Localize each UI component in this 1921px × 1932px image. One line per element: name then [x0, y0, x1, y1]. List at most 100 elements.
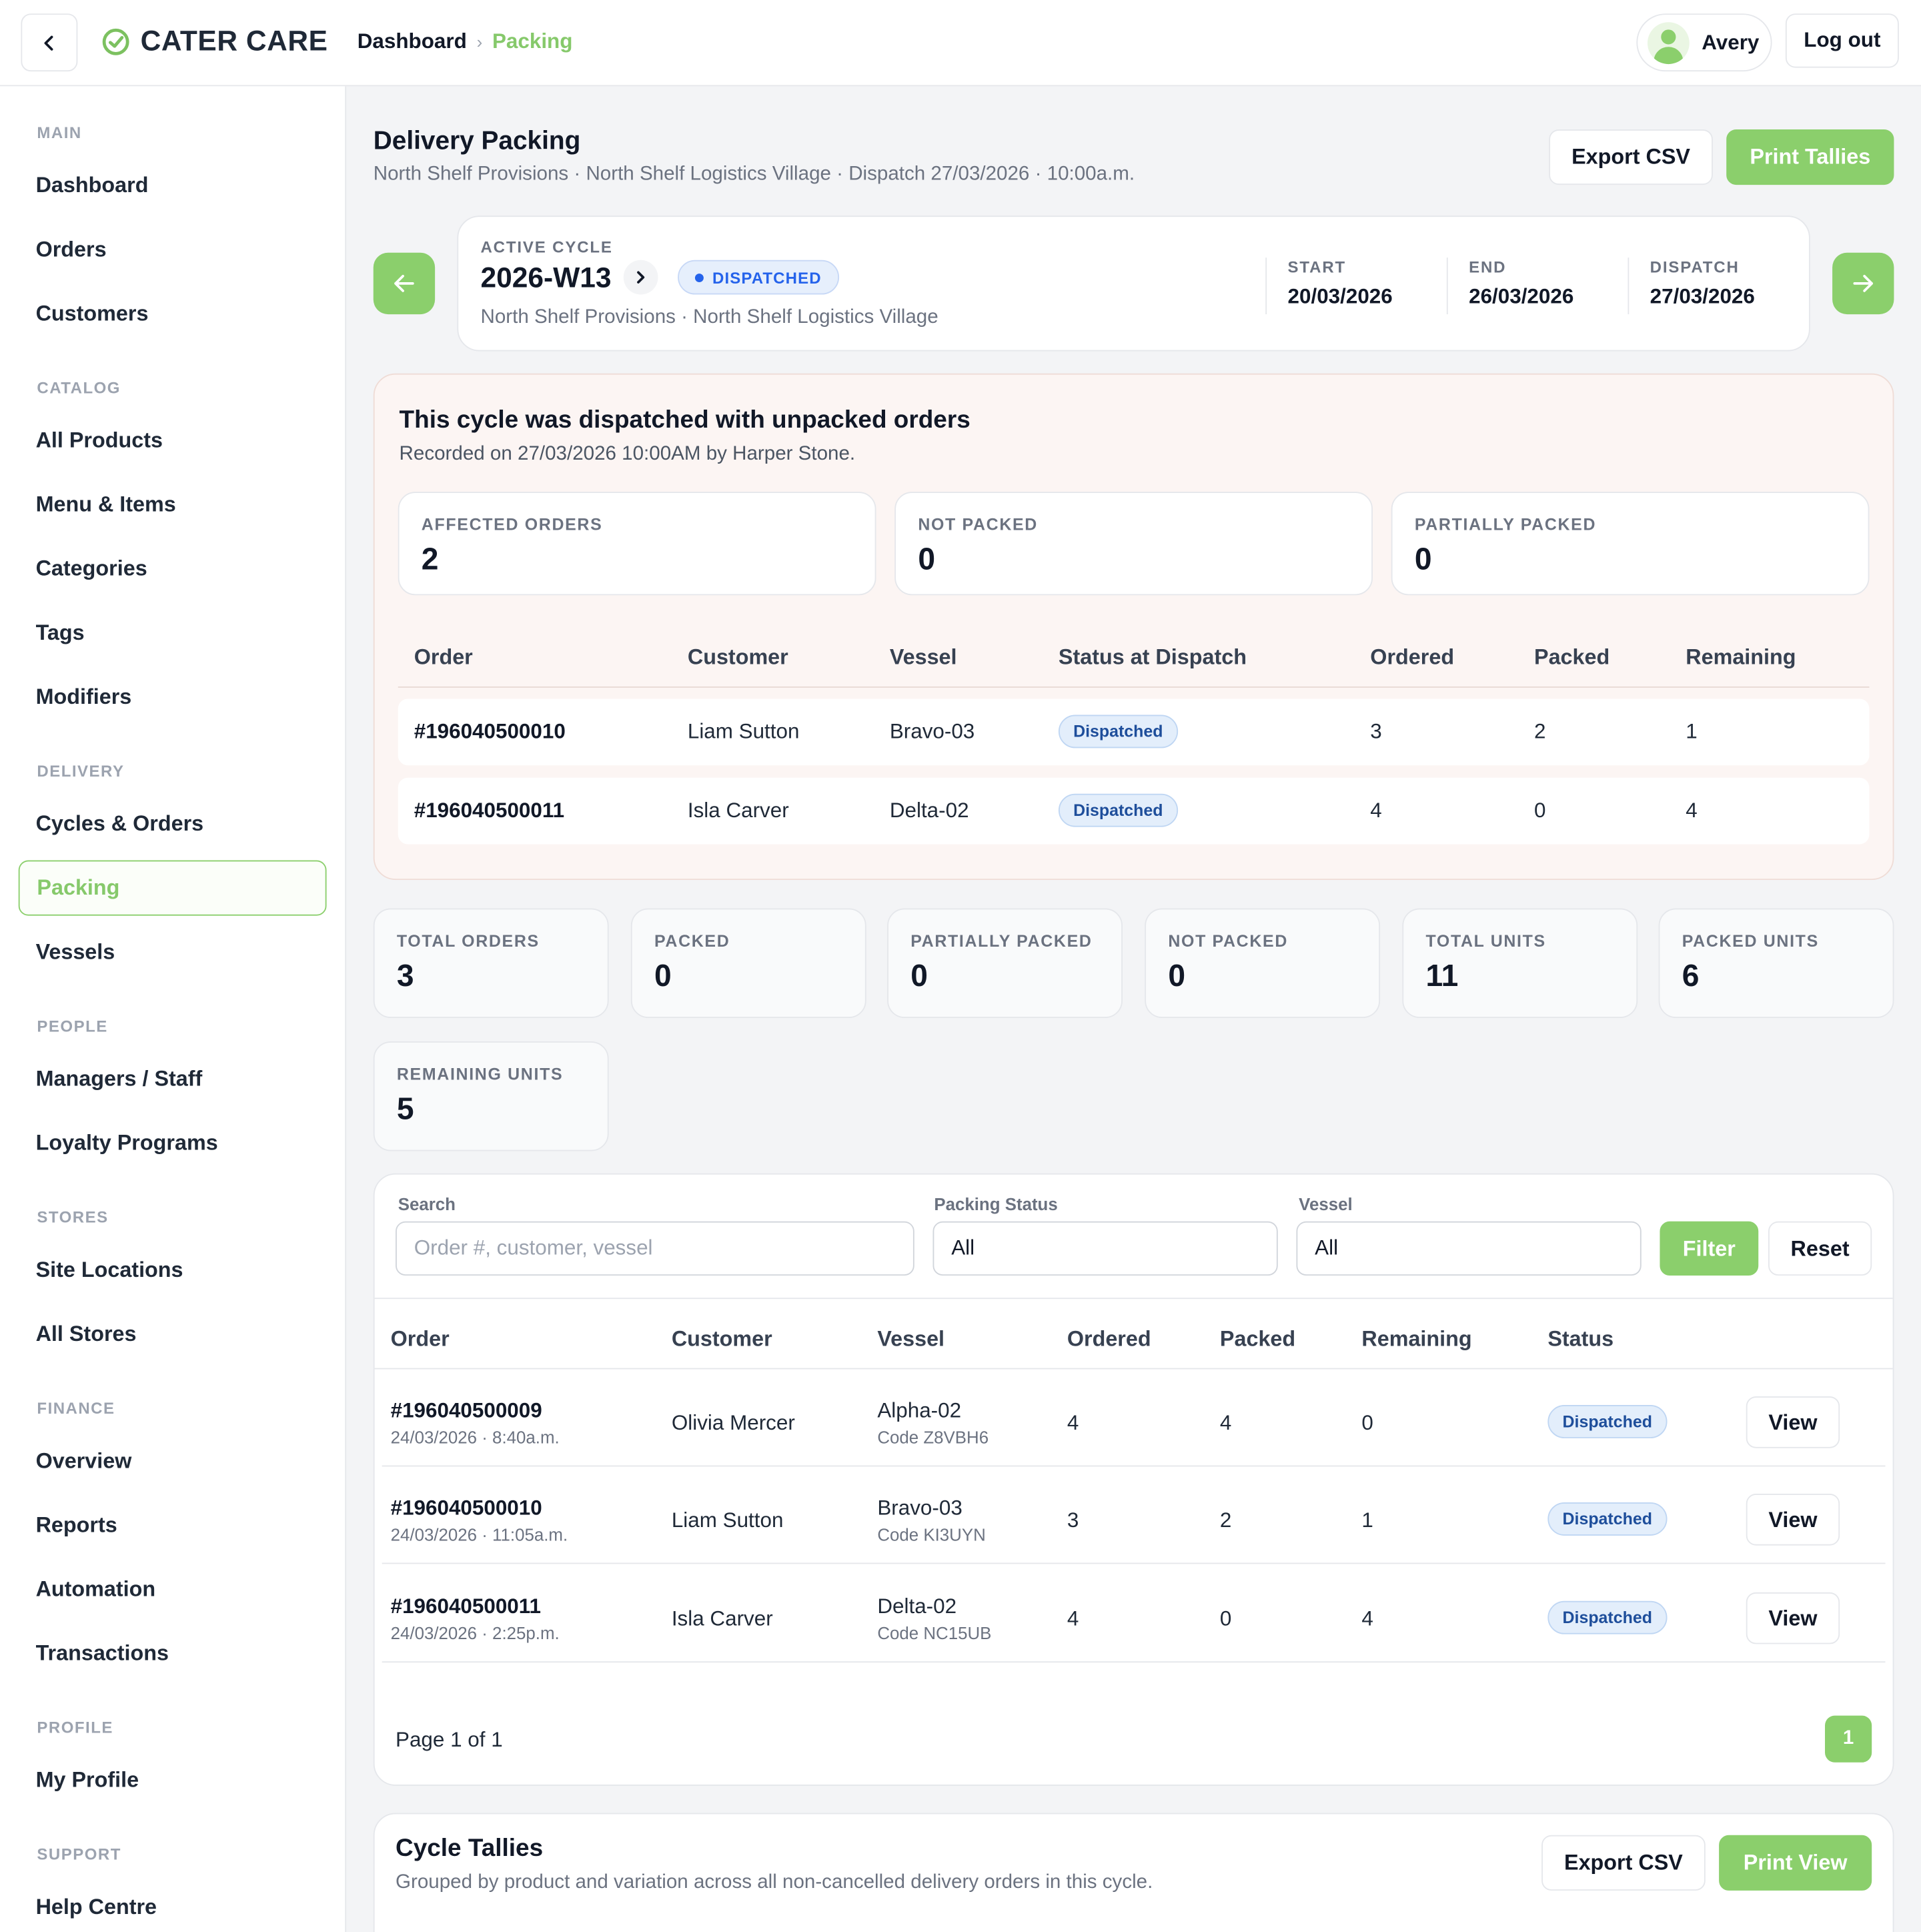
vessel-label: Vessel [1299, 1194, 1353, 1214]
ordered-count: 3 [1370, 719, 1382, 743]
column-header[interactable]: Vessel [877, 1326, 944, 1352]
page-1-button[interactable]: 1 [1824, 1715, 1872, 1763]
sidebar-section-support: SUPPORT [37, 1845, 121, 1864]
avatar [1647, 21, 1690, 64]
sidebar-section-stores: STORES [37, 1208, 109, 1227]
order-number[interactable]: #196040500010 [391, 1496, 542, 1521]
sidebar-item-all-products[interactable]: All Products [19, 413, 327, 468]
sidebar-item-overview[interactable]: Overview [19, 1434, 327, 1489]
column-header[interactable]: Order [391, 1326, 450, 1352]
column-header[interactable]: Packed [1220, 1326, 1295, 1352]
vessel-select[interactable]: All [1296, 1221, 1642, 1276]
order-date: 24/03/2026 · 8:40a.m. [390, 1427, 560, 1447]
column-header: Order [414, 644, 473, 670]
breadcrumb-dashboard[interactable]: Dashboard [358, 29, 467, 54]
search-input[interactable]: Order #, customer, vessel [396, 1221, 914, 1276]
order-number: #196040500010 [414, 719, 566, 743]
vessel-code: Code KI3UYN [877, 1524, 986, 1544]
column-header[interactable]: Status [1547, 1326, 1614, 1352]
column-header[interactable]: Remaining [1361, 1326, 1471, 1352]
column-header[interactable]: Customer [672, 1326, 772, 1352]
filter-button[interactable]: Filter [1660, 1221, 1759, 1276]
view-order-button[interactable]: View [1746, 1494, 1840, 1546]
search-label: Search [398, 1194, 456, 1214]
total-units-stat: TOTAL UNITS 11 [1402, 908, 1638, 1018]
remaining-units-stat: REMAINING UNITS 5 [373, 1041, 609, 1151]
cycle-status-badge: DISPATCHED [678, 260, 839, 295]
vessel-code: Code NC15UB [877, 1623, 992, 1643]
export-csv-button[interactable]: Export CSV [1549, 129, 1713, 185]
sidebar-item-transactions[interactable]: Transactions [19, 1626, 327, 1681]
next-cycle-button[interactable] [1832, 252, 1894, 315]
print-tallies-button[interactable]: Print Tallies [1726, 129, 1894, 185]
sidebar-item-categories[interactable]: Categories [19, 541, 327, 596]
brand-logo[interactable]: CATER CARE [101, 25, 328, 58]
cycle-dispatch: DISPATCH 27/03/2026 [1650, 258, 1755, 308]
cycle-start: START 20/03/2026 [1287, 258, 1393, 308]
column-header[interactable]: Ordered [1067, 1326, 1151, 1352]
user-menu[interactable]: Avery [1636, 13, 1772, 72]
breadcrumb-separator: › [476, 32, 483, 52]
sidebar-item-help-centre[interactable]: Help Centre [19, 1879, 327, 1932]
customer-name: Olivia Mercer [671, 1411, 795, 1435]
sidebar-item-menu-items[interactable]: Menu & Items [19, 477, 327, 532]
sidebar-item-all-stores[interactable]: All Stores [19, 1306, 327, 1362]
sidebar-item-tags[interactable]: Tags [19, 605, 327, 660]
sidebar-item-reports[interactable]: Reports [19, 1498, 327, 1553]
sidebar-item-automation[interactable]: Automation [19, 1562, 327, 1617]
back-button[interactable] [21, 13, 78, 72]
customer-name: Liam Sutton [687, 719, 800, 743]
view-order-button[interactable]: View [1746, 1592, 1840, 1644]
remaining-count: 4 [1686, 799, 1698, 823]
column-header: Status at Dispatch [1058, 644, 1247, 670]
partially-packed-summary-stat: PARTIALLY PACKED 0 [887, 908, 1123, 1018]
sidebar-item-cycles-orders[interactable]: Cycles & Orders [19, 796, 327, 851]
sidebar-item-site-locations[interactable]: Site Locations [19, 1242, 327, 1298]
order-number[interactable]: #196040500011 [391, 1595, 541, 1620]
status-badge: Dispatched [1547, 1405, 1668, 1438]
order-number: #196040500011 [414, 799, 565, 823]
sidebar-item-customers[interactable]: Customers [19, 286, 327, 342]
order-number[interactable]: #196040500009 [391, 1399, 542, 1424]
sidebar-section-profile: PROFILE [37, 1718, 113, 1737]
remaining-count: 1 [1686, 719, 1698, 743]
sidebar-item-managers-staff[interactable]: Managers / Staff [19, 1051, 327, 1107]
logout-button[interactable]: Log out [1785, 13, 1899, 68]
print-view-button[interactable]: Print View [1719, 1835, 1872, 1891]
breadcrumb-current: Packing [492, 29, 573, 53]
tallies-export-csv-button[interactable]: Export CSV [1541, 1835, 1706, 1891]
packing-status-label: Packing Status [934, 1194, 1058, 1214]
column-header: Vessel [889, 644, 957, 670]
tallies-title: Cycle Tallies [396, 1835, 544, 1863]
order-date: 24/03/2026 · 11:05a.m. [390, 1524, 568, 1544]
ordered-count: 4 [1067, 1411, 1079, 1435]
cycle-details-button[interactable] [624, 260, 658, 295]
page-info: Page 1 of 1 [396, 1728, 503, 1752]
sidebar-item-modifiers[interactable]: Modifiers [19, 669, 327, 724]
sidebar: MAIN Dashboard Orders Customers CATALOG All P… [0, 86, 347, 1932]
prev-cycle-button[interactable] [373, 252, 436, 315]
ordered-count: 4 [1370, 799, 1382, 823]
vessel-name: Delta-02 [877, 1594, 957, 1618]
reset-button[interactable]: Reset [1768, 1221, 1872, 1276]
sidebar-item-vessels[interactable]: Vessels [19, 925, 327, 980]
status-badge: Dispatched [1547, 1600, 1668, 1634]
remaining-count: 1 [1361, 1508, 1373, 1532]
sidebar-item-packing[interactable]: Packing [18, 860, 327, 916]
ordered-count: 4 [1067, 1607, 1079, 1631]
active-cycle-card: ACTIVE CYCLE 2026-W13 DISPATCHED North S… [457, 215, 1810, 352]
sidebar-item-dashboard[interactable]: Dashboard [19, 157, 327, 213]
column-header: Ordered [1370, 644, 1455, 670]
packing-status-select[interactable]: All [932, 1221, 1278, 1276]
sidebar-section-finance: FINANCE [37, 1398, 115, 1418]
view-order-button[interactable]: View [1746, 1396, 1840, 1448]
packed-count: 0 [1219, 1607, 1232, 1631]
status-badge: Dispatched [1058, 714, 1178, 749]
sidebar-item-orders[interactable]: Orders [19, 222, 327, 278]
column-header: Customer [687, 644, 788, 670]
sidebar-item-loyalty-programs[interactable]: Loyalty Programs [19, 1115, 327, 1171]
cycle-end: END 26/03/2026 [1469, 258, 1574, 308]
brand-name: CATER CARE [140, 24, 328, 57]
packed-count: 2 [1534, 719, 1546, 743]
sidebar-item-my-profile[interactable]: My Profile [19, 1753, 327, 1808]
